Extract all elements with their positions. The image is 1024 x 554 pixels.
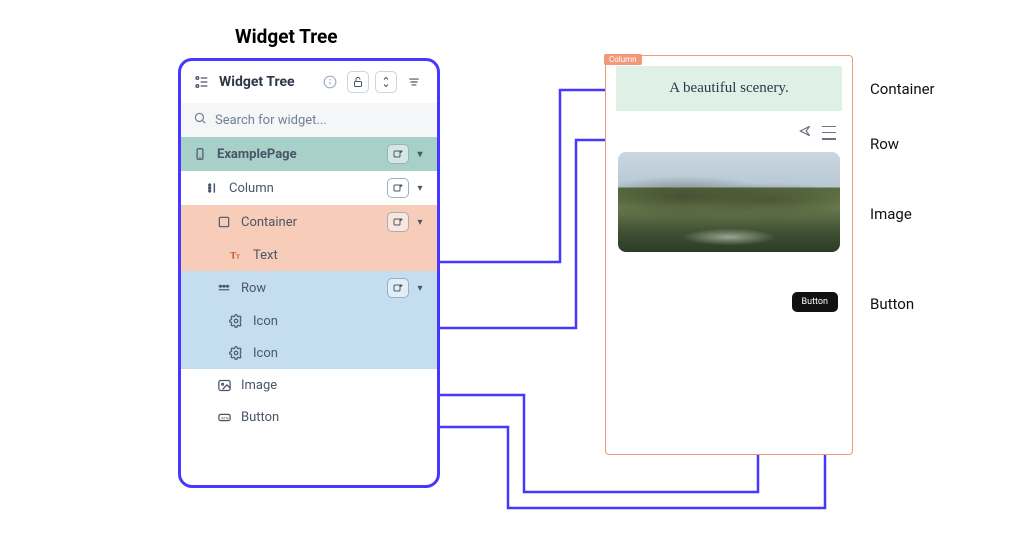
search-input[interactable]: Search for widget... <box>181 103 437 137</box>
panel-header-title: Widget Tree <box>219 74 313 90</box>
svg-text:BTN: BTN <box>221 416 229 420</box>
tree-label: Icon <box>253 314 427 329</box>
sort-button[interactable] <box>403 71 425 93</box>
preview-selection-tag: Column <box>604 54 642 65</box>
page-title: Widget Tree <box>235 25 338 48</box>
tree-label: Container <box>241 215 387 230</box>
panel-header-actions <box>347 71 425 93</box>
chevron-down-icon[interactable]: ▾ <box>413 183 427 194</box>
lock-button[interactable] <box>347 71 369 93</box>
send-icon[interactable] <box>798 123 812 142</box>
search-placeholder: Search for widget... <box>215 113 327 128</box>
column-icon <box>203 179 221 197</box>
tree-node-image[interactable]: Image <box>181 369 437 401</box>
annotation-label-button: Button <box>870 295 914 313</box>
tree-node-container[interactable]: Container ▾ <box>181 205 437 239</box>
text-icon: TT <box>227 246 245 264</box>
tree-node-button[interactable]: BTN Button <box>181 401 437 433</box>
image-icon <box>215 376 233 394</box>
tree-label: Button <box>241 410 427 425</box>
info-icon[interactable] <box>321 73 339 91</box>
tree-node-icon[interactable]: Icon <box>181 305 437 337</box>
preview-image[interactable] <box>618 152 840 252</box>
add-child-button[interactable] <box>387 178 409 198</box>
gear-icon <box>227 312 245 330</box>
gear-icon <box>227 344 245 362</box>
container-icon <box>215 213 233 231</box>
tree-label: Column <box>229 181 387 196</box>
tree-node-column[interactable]: Column ▾ <box>181 171 437 205</box>
tree-node-row[interactable]: Row ▾ <box>181 271 437 305</box>
tree-node-page[interactable]: ExamplePage ▾ <box>181 137 437 171</box>
annotation-label-row: Row <box>870 135 899 153</box>
search-icon <box>193 111 207 129</box>
add-child-button[interactable] <box>387 278 409 298</box>
device-icon <box>191 145 209 163</box>
tree-list-icon <box>193 73 211 91</box>
row-icon <box>215 279 233 297</box>
preview-button[interactable]: Button <box>792 292 838 312</box>
annotation-label-container: Container <box>870 80 935 98</box>
chevron-down-icon[interactable]: ▾ <box>413 217 427 228</box>
preview-row[interactable] <box>606 121 852 148</box>
add-child-button[interactable] <box>387 144 409 164</box>
button-icon: BTN <box>215 408 233 426</box>
annotation-label-image: Image <box>870 205 912 223</box>
tree-label: Icon <box>253 346 427 361</box>
tree-label: Row <box>241 281 387 296</box>
chevron-down-icon[interactable]: ▾ <box>413 283 427 294</box>
tree-label: Text <box>253 248 427 263</box>
svg-text:T: T <box>236 255 240 261</box>
widget-tree-panel: Widget Tree Search for widget... Example… <box>178 58 440 488</box>
chevron-down-icon[interactable]: ▾ <box>413 149 427 160</box>
add-child-button[interactable] <box>387 212 409 232</box>
preview-panel: Column A beautiful scenery. Button <box>605 55 853 455</box>
tree-label: ExamplePage <box>217 147 387 162</box>
preview-container-banner[interactable]: A beautiful scenery. <box>616 66 842 111</box>
tree-label: Image <box>241 378 427 393</box>
tree-node-icon[interactable]: Icon <box>181 337 437 369</box>
tree-node-text[interactable]: TT Text <box>181 239 437 271</box>
panel-header: Widget Tree <box>181 61 437 103</box>
expand-collapse-button[interactable] <box>375 71 397 93</box>
menu-icon[interactable] <box>822 126 836 140</box>
